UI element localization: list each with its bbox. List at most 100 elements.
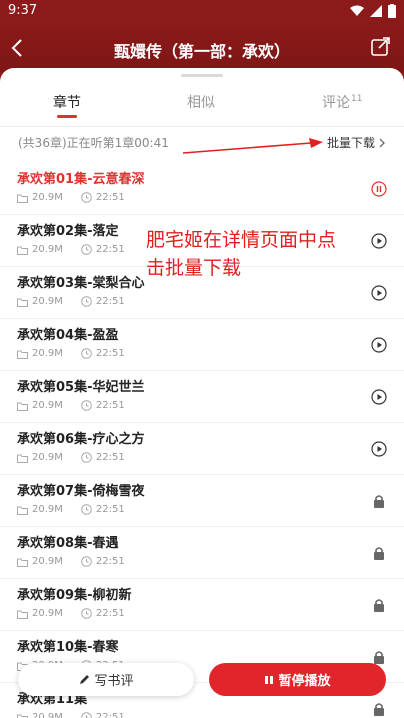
chapter-count-info: (共36章)正在听第1章00:41 bbox=[18, 136, 169, 150]
pause-circle-icon[interactable] bbox=[371, 181, 387, 197]
clock-icon bbox=[81, 400, 92, 411]
write-review-button[interactable]: 写书评 bbox=[18, 663, 194, 696]
play-circle-icon[interactable] bbox=[371, 285, 387, 301]
play-circle-icon[interactable] bbox=[371, 337, 387, 353]
folder-icon bbox=[17, 610, 28, 619]
chapter-title: 承欢第05集-华妃世兰 bbox=[17, 380, 145, 395]
play-circle-icon[interactable] bbox=[371, 441, 387, 457]
pause-button[interactable]: 暂停播放 bbox=[209, 663, 386, 696]
chapter-meta: 20.9M 22:51 bbox=[17, 244, 125, 255]
chapter-duration: 22:51 bbox=[95, 244, 125, 255]
folder-icon bbox=[17, 246, 28, 255]
chapter-duration-wrap: 22:51 bbox=[81, 712, 125, 718]
chapter-meta: 20.9M 22:51 bbox=[17, 400, 125, 411]
status-icons bbox=[350, 4, 396, 18]
tab-comments[interactable]: 评论11 bbox=[322, 92, 362, 112]
detail-sheet: 章节 相似 评论11 (共36章)正在听第1章00:41 批量下载 承欢第01集… bbox=[0, 68, 404, 718]
chapter-size: 20.9M bbox=[32, 296, 63, 307]
clock-icon bbox=[81, 296, 92, 307]
chapter-duration: 22:51 bbox=[95, 400, 125, 411]
chapter-title: 承欢第06集-疗心之方 bbox=[17, 432, 145, 447]
tab-divider bbox=[0, 126, 404, 127]
folder-icon bbox=[17, 506, 28, 515]
chapter-row[interactable]: 承欢第01集-云意春深 20.9M 22:51 bbox=[0, 163, 404, 215]
batch-download-button[interactable]: 批量下载 bbox=[327, 134, 386, 151]
chapter-title: 承欢第04集-盈盈 bbox=[17, 328, 119, 343]
pause-label: 暂停播放 bbox=[278, 674, 331, 689]
chapter-duration-wrap: 22:51 bbox=[81, 608, 125, 619]
share-icon[interactable] bbox=[370, 36, 392, 58]
chapter-row[interactable]: 承欢第09集-柳初新 20.9M 22:51 bbox=[0, 579, 404, 631]
sheet-handle[interactable] bbox=[181, 74, 223, 77]
lock-icon[interactable] bbox=[371, 493, 387, 509]
chapter-size: 20.9M bbox=[32, 608, 63, 619]
lock-icon[interactable] bbox=[371, 701, 387, 717]
tab-similar[interactable]: 相似 bbox=[187, 92, 215, 112]
folder-icon bbox=[17, 298, 28, 307]
chapter-meta: 20.9M 22:51 bbox=[17, 192, 125, 203]
chapter-duration: 22:51 bbox=[95, 608, 125, 619]
chapter-row[interactable]: 承欢第06集-疗心之方 20.9M 22:51 bbox=[0, 423, 404, 475]
chapter-size: 20.9M bbox=[32, 556, 63, 567]
chapter-size: 20.9M bbox=[32, 400, 63, 411]
chapter-row[interactable]: 承欢第04集-盈盈 20.9M 22:51 bbox=[0, 319, 404, 371]
status-bar: 9:37 bbox=[0, 0, 404, 24]
chapter-meta: 20.9M 22:51 bbox=[17, 712, 125, 718]
status-time: 9:37 bbox=[8, 3, 38, 18]
clock-icon bbox=[81, 348, 92, 359]
chapter-duration-wrap: 22:51 bbox=[81, 400, 125, 411]
chapter-title: 承欢第03集-棠梨合心 bbox=[17, 276, 145, 291]
chapter-row[interactable]: 承欢第05集-华妃世兰 20.9M 22:51 bbox=[0, 371, 404, 423]
tab-comments-label: 评论 bbox=[322, 95, 350, 111]
chapter-row[interactable]: 承欢第08集-春遇 20.9M 22:51 bbox=[0, 527, 404, 579]
chapter-size: 20.9M bbox=[32, 504, 63, 515]
lock-icon[interactable] bbox=[371, 545, 387, 561]
chapter-size: 20.9M bbox=[32, 348, 63, 359]
comment-count-badge: 11 bbox=[351, 94, 363, 105]
chapter-meta: 20.9M 22:51 bbox=[17, 296, 125, 307]
chapter-title: 承欢第01集-云意春深 bbox=[17, 172, 145, 187]
chapter-duration-wrap: 22:51 bbox=[81, 452, 125, 463]
folder-icon bbox=[17, 454, 28, 463]
chapter-title: 承欢第09集-柳初新 bbox=[17, 588, 132, 603]
clock-icon bbox=[81, 608, 92, 619]
back-icon[interactable] bbox=[8, 36, 28, 60]
chapter-meta: 20.9M 22:51 bbox=[17, 504, 125, 515]
clock-icon bbox=[81, 244, 92, 255]
lock-icon[interactable] bbox=[371, 597, 387, 613]
chapter-duration-wrap: 22:51 bbox=[81, 296, 125, 307]
chapter-size: 20.9M bbox=[32, 712, 63, 718]
tab-chapters[interactable]: 章节 bbox=[53, 92, 81, 112]
chapter-meta: 20.9M 22:51 bbox=[17, 348, 125, 359]
folder-icon bbox=[17, 714, 28, 718]
chapter-duration: 22:51 bbox=[95, 296, 125, 307]
chapter-meta: 20.9M 22:51 bbox=[17, 556, 125, 567]
chapter-duration: 22:51 bbox=[95, 712, 125, 718]
chapter-title: 承欢第07集-倚梅雪夜 bbox=[17, 484, 145, 499]
signal-icon bbox=[370, 5, 382, 17]
clock-icon bbox=[81, 712, 92, 718]
chapter-duration: 22:51 bbox=[95, 504, 125, 515]
folder-icon bbox=[17, 558, 28, 567]
chapter-duration: 22:51 bbox=[95, 556, 125, 567]
chapter-duration: 22:51 bbox=[95, 348, 125, 359]
play-circle-icon[interactable] bbox=[371, 389, 387, 405]
tab-active-indicator bbox=[57, 115, 77, 118]
top-bar: 甄嬛传（第一部：承欢） bbox=[0, 24, 404, 72]
chapter-duration-wrap: 22:51 bbox=[81, 504, 125, 515]
chapter-duration-wrap: 22:51 bbox=[81, 244, 125, 255]
page-title: 甄嬛传（第一部：承欢） bbox=[113, 42, 290, 61]
folder-icon bbox=[17, 194, 28, 203]
annotation-text: 肥宅姬在详情页面中点击批量下载 bbox=[146, 229, 337, 279]
chapter-duration-wrap: 22:51 bbox=[81, 556, 125, 567]
pencil-icon bbox=[80, 674, 90, 684]
chapter-title: 承欢第08集-春遇 bbox=[17, 536, 119, 551]
play-circle-icon[interactable] bbox=[371, 233, 387, 249]
wifi-icon bbox=[350, 5, 364, 16]
chapter-duration-wrap: 22:51 bbox=[81, 192, 125, 203]
chapter-size: 20.9M bbox=[32, 244, 63, 255]
clock-icon bbox=[81, 556, 92, 567]
chapter-size: 20.9M bbox=[32, 452, 63, 463]
battery-icon bbox=[388, 4, 396, 18]
chapter-row[interactable]: 承欢第07集-倚梅雪夜 20.9M 22:51 bbox=[0, 475, 404, 527]
